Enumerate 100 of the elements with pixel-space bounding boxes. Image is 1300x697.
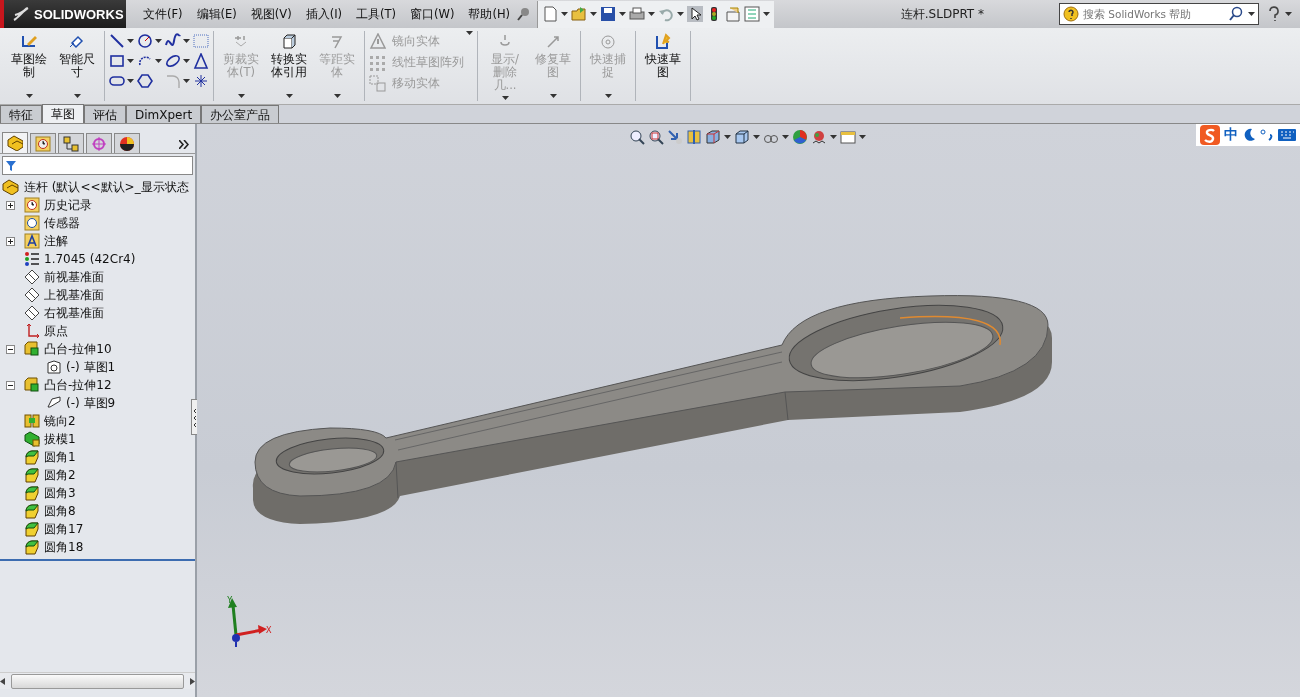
tree-item[interactable]: 圆角18 <box>40 538 84 556</box>
print-icon[interactable] <box>629 6 646 22</box>
caret-icon[interactable] <box>590 11 598 17</box>
select-pointer-icon[interactable] <box>687 6 704 22</box>
ribbon-button[interactable]: 智能尺寸 <box>54 31 100 101</box>
tree-item[interactable]: 前视基准面 <box>40 268 104 286</box>
caret-icon[interactable] <box>763 11 771 17</box>
help-icon[interactable] <box>1267 6 1281 22</box>
tree-item[interactable]: 凸台-拉伸10 <box>40 340 112 358</box>
tree-toggle-icon[interactable] <box>6 380 15 390</box>
tree-item[interactable]: 拔模1 <box>40 430 76 448</box>
tree-toggle-icon[interactable] <box>6 344 15 354</box>
menu-item[interactable]: 视图(V) <box>243 6 299 22</box>
previous-view-icon[interactable] <box>667 129 683 145</box>
command-tab[interactable]: 特征 <box>0 105 42 123</box>
section-view-icon[interactable] <box>686 129 702 145</box>
caret-icon[interactable] <box>619 11 627 17</box>
tree-toggle-icon[interactable] <box>6 200 15 210</box>
ellipse-icon[interactable] <box>165 53 181 69</box>
horizontal-scrollbar[interactable] <box>0 672 195 689</box>
panel-tab[interactable] <box>2 132 28 153</box>
caret-icon[interactable] <box>1248 11 1255 17</box>
caret-icon[interactable] <box>830 134 837 140</box>
menu-item[interactable]: 帮助(H) <box>461 6 518 22</box>
scene-icon[interactable] <box>811 129 827 145</box>
tree-item[interactable]: 1.7045 (42Cr4) <box>40 252 136 266</box>
caret-icon[interactable] <box>127 58 134 64</box>
spline-icon[interactable] <box>165 33 181 49</box>
tree-item[interactable]: (-) 草图9 <box>62 394 116 412</box>
menu-item[interactable]: 文件(F) <box>136 6 190 22</box>
polygon-icon[interactable] <box>137 73 153 89</box>
display-style-icon[interactable] <box>734 129 750 145</box>
ribbon-button[interactable]: 转换实体引用 <box>266 31 312 101</box>
appearance-icon[interactable] <box>792 129 808 145</box>
search-box[interactable]: 搜索 SolidWorks 帮助 <box>1059 3 1259 25</box>
search-field[interactable]: 搜索 SolidWorks 帮助 <box>1083 8 1224 20</box>
command-tab[interactable]: 草图 <box>42 104 84 123</box>
caret-icon[interactable] <box>73 94 81 99</box>
caret-icon[interactable] <box>561 11 569 17</box>
caret-icon[interactable] <box>183 58 190 64</box>
menu-item[interactable]: 插入(I) <box>298 6 350 22</box>
caret-icon[interactable] <box>782 134 789 140</box>
tree-item[interactable]: (-) 草图1 <box>62 358 116 376</box>
chevron-right-icon[interactable] <box>179 140 189 149</box>
caret-icon[interactable] <box>1285 11 1292 17</box>
caret-icon[interactable] <box>155 58 162 64</box>
command-tab[interactable]: 办公室产品 <box>201 105 280 123</box>
filter-field[interactable] <box>2 156 193 175</box>
input-mode-toggle[interactable]: 中 <box>1224 126 1238 144</box>
caret-icon[interactable] <box>724 134 731 140</box>
tree-item[interactable]: 注解 <box>40 232 68 250</box>
tree-item[interactable]: 圆角2 <box>40 466 76 484</box>
moon-icon[interactable] <box>1242 128 1256 142</box>
caret-icon[interactable] <box>127 78 134 84</box>
circle-icon[interactable] <box>137 33 153 49</box>
caret-icon[interactable] <box>859 134 866 140</box>
tree-item[interactable]: 圆角1 <box>40 448 76 466</box>
caret-icon[interactable] <box>466 31 473 36</box>
caret-icon[interactable] <box>127 38 134 44</box>
save-icon[interactable] <box>600 6 617 22</box>
caret-icon[interactable] <box>25 94 33 99</box>
tree-item[interactable]: 圆角17 <box>40 520 84 538</box>
caret-icon[interactable] <box>183 78 190 84</box>
caret-icon[interactable] <box>648 11 656 17</box>
caret-icon[interactable] <box>285 94 293 99</box>
ribbon-button[interactable]: 草图绘制 <box>6 31 52 101</box>
point-icon[interactable] <box>193 73 209 89</box>
tree-item[interactable]: 凸台-拉伸12 <box>40 376 112 394</box>
tree-toggle-icon[interactable] <box>6 236 15 246</box>
slot-icon[interactable] <box>109 73 125 89</box>
caret-icon[interactable] <box>677 11 685 17</box>
menu-item[interactable]: 编辑(E) <box>189 6 244 22</box>
text-icon[interactable] <box>193 53 209 69</box>
tree-item[interactable]: 连杆 (默认<<默认>_显示状态 <box>20 178 189 196</box>
caret-icon[interactable] <box>753 134 760 140</box>
menu-item[interactable]: 工具(T) <box>349 6 404 22</box>
view-orientation-icon[interactable] <box>705 129 721 145</box>
tree-item[interactable]: 历史记录 <box>40 196 92 214</box>
tree-item[interactable]: 原点 <box>40 322 68 340</box>
menu-item[interactable]: 窗口(W) <box>403 6 462 22</box>
dotted-grid-icon[interactable] <box>193 33 209 49</box>
tree-item[interactable]: 圆角3 <box>40 484 76 502</box>
keyboard-icon[interactable] <box>1278 129 1296 141</box>
command-tab[interactable]: 评估 <box>84 105 126 123</box>
caret-icon[interactable] <box>155 38 162 44</box>
zoom-area-icon[interactable] <box>648 129 664 145</box>
line-icon[interactable] <box>109 33 125 49</box>
sogou-logo-icon[interactable] <box>1200 125 1220 145</box>
punctuation-icon[interactable] <box>1260 128 1274 142</box>
rectangle-icon[interactable] <box>109 53 125 69</box>
panel-tab[interactable] <box>114 133 140 153</box>
tree-item[interactable]: 镜向2 <box>40 412 76 430</box>
search-icon[interactable] <box>1228 6 1244 22</box>
pushpin-icon[interactable] <box>517 7 532 21</box>
tree-item[interactable]: 圆角8 <box>40 502 76 520</box>
ribbon-button[interactable]: 快速草图 <box>640 31 686 101</box>
tree-item[interactable]: 右视基准面 <box>40 304 104 322</box>
caret-icon[interactable] <box>183 38 190 44</box>
tree-item[interactable]: 传感器 <box>40 214 80 232</box>
tree-item[interactable]: 上视基准面 <box>40 286 104 304</box>
